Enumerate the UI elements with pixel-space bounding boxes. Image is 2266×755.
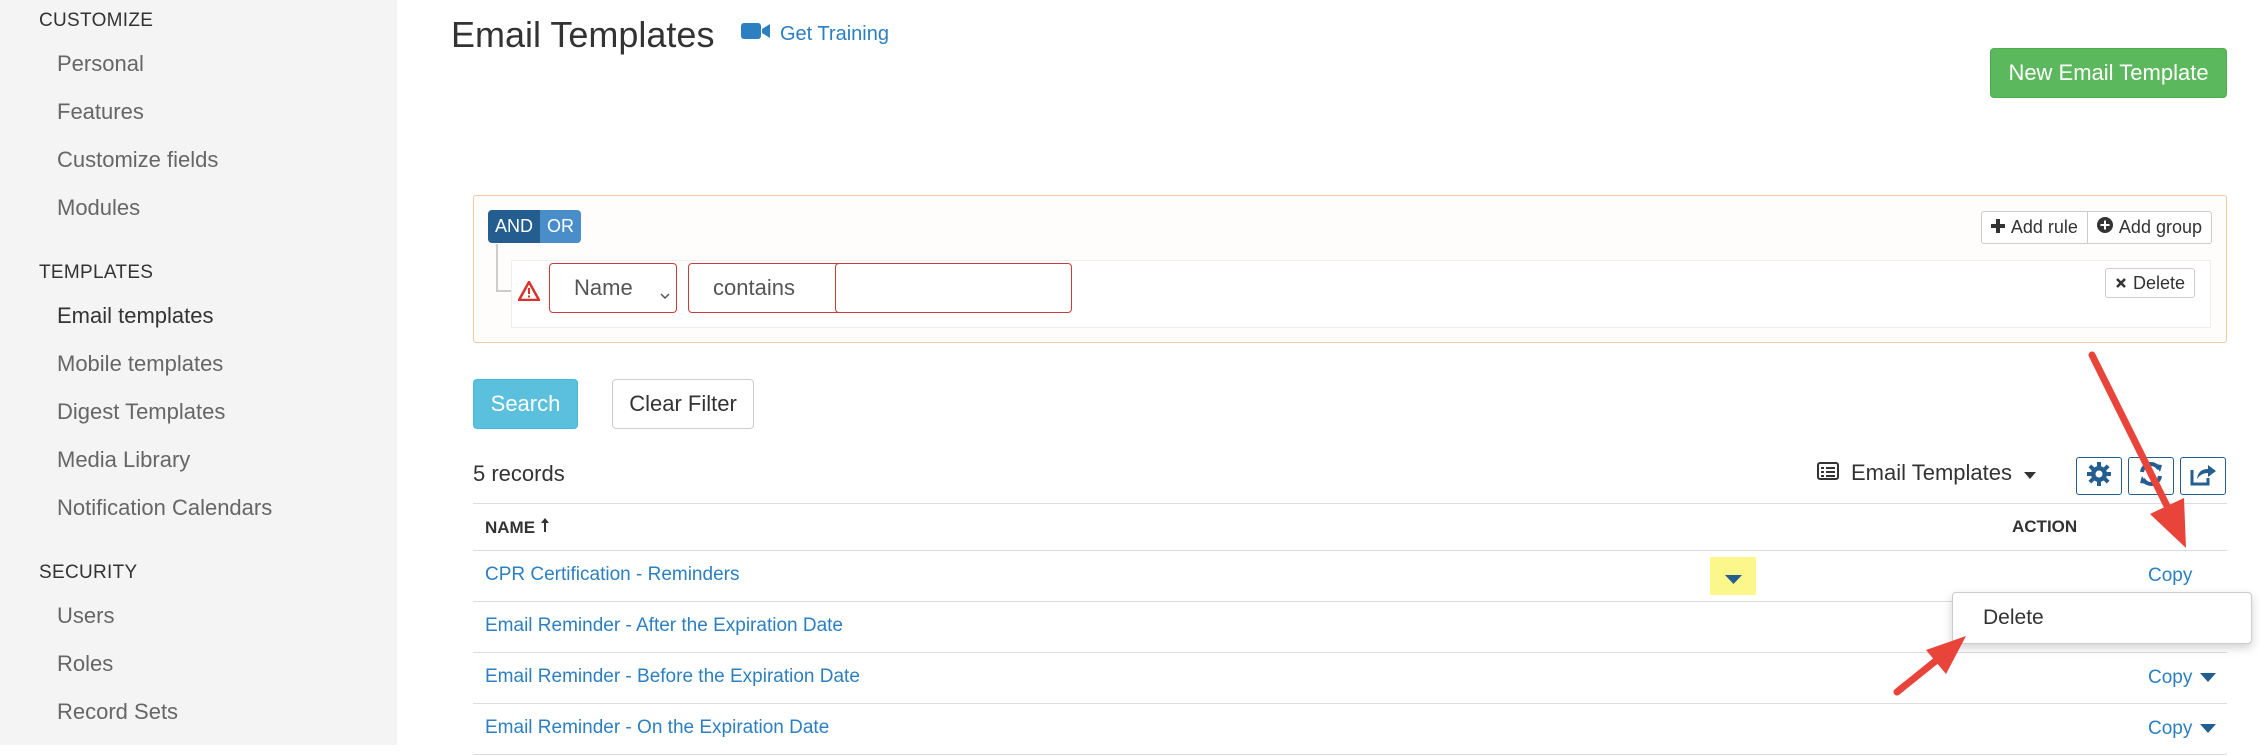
copy-action[interactable]: Copy	[2148, 718, 2217, 740]
section-title-security: SECURITY	[39, 562, 138, 583]
copy-action[interactable]: Copy	[2148, 667, 2217, 689]
dropdown-item-delete[interactable]: Delete	[1983, 606, 2044, 630]
search-button[interactable]: Search	[473, 379, 578, 429]
copy-action[interactable]: Copy	[2148, 565, 2192, 587]
field-select-value: Name	[574, 275, 633, 300]
operator-select[interactable]: contains	[688, 263, 859, 313]
caret-down-icon	[2024, 460, 2036, 486]
sidebar-item-digest-templates[interactable]: Digest Templates	[57, 399, 225, 425]
template-name-link[interactable]: Email Reminder - After the Expiration Da…	[485, 615, 843, 637]
section-title-templates: TEMPLATES	[39, 262, 154, 283]
and-button[interactable]: AND	[488, 210, 541, 243]
list-view-icon	[1817, 460, 1839, 486]
column-name-label: NAME	[485, 517, 536, 537]
table-row: Email Reminder - Before the Expiration D…	[473, 653, 2227, 704]
gear-icon	[2086, 461, 2112, 492]
add-group-label: Add group	[2118, 217, 2202, 237]
clear-filter-button[interactable]: Clear Filter	[612, 379, 754, 429]
sidebar-item-features[interactable]: Features	[57, 99, 144, 125]
template-name-link[interactable]: CPR Certification - Reminders	[485, 564, 739, 586]
sidebar-item-media-library[interactable]: Media Library	[57, 447, 190, 473]
chevron-down-icon	[660, 282, 670, 308]
field-select[interactable]: Name	[549, 263, 677, 313]
sidebar-item-customize-fields[interactable]: Customize fields	[57, 147, 218, 173]
and-or-toggle: AND OR	[488, 210, 582, 243]
delete-rule-label: Delete	[2132, 272, 2185, 293]
column-header-action: ACTION	[2012, 517, 2078, 536]
sidebar-item-roles[interactable]: Roles	[57, 651, 113, 677]
sidebar-item-users[interactable]: Users	[57, 603, 114, 629]
caret-down-icon[interactable]	[2200, 718, 2217, 740]
table-header: NAME ACTION	[473, 503, 2227, 551]
sidebar-item-notification-calendars[interactable]: Notification Calendars	[57, 495, 272, 521]
add-rule-label: Add rule	[2010, 217, 2078, 237]
template-name-link[interactable]: Email Reminder - Before the Expiration D…	[485, 666, 860, 688]
sort-asc-icon	[541, 517, 550, 538]
add-rule-button[interactable]: Add rule	[1982, 212, 2087, 243]
records-count: 5 records	[473, 461, 565, 486]
view-name: Email Templates	[1851, 460, 2012, 485]
group-actions: Add rule Add group	[1980, 211, 2212, 244]
share-icon	[2189, 461, 2217, 492]
refresh-icon	[2138, 461, 2164, 492]
table-row: Email Reminder - On the Expiration Date …	[473, 704, 2227, 755]
caret-down-icon[interactable]	[2200, 667, 2217, 689]
or-button[interactable]: OR	[540, 210, 582, 243]
section-title-customize: CUSTOMIZE	[39, 10, 154, 31]
sidebar-item-mobile-templates[interactable]: Mobile templates	[57, 351, 223, 377]
plus-icon	[1990, 217, 2005, 238]
sidebar-item-modules[interactable]: Modules	[57, 195, 140, 221]
row-actions-dropdown: Delete	[1952, 592, 2252, 644]
highlighted-dropdown-toggle[interactable]	[1710, 557, 1756, 595]
export-button[interactable]	[2180, 457, 2226, 495]
copy-label: Copy	[2148, 565, 2193, 586]
filter-value-input[interactable]	[835, 263, 1072, 313]
sidebar-item-email-templates[interactable]: Email templates	[57, 303, 214, 329]
warning-icon	[517, 280, 541, 306]
close-icon	[2115, 273, 2127, 294]
delete-rule-button[interactable]: Delete	[2104, 268, 2195, 298]
plus-circle-icon	[2096, 217, 2113, 238]
filter-rule: Name contains Delete	[511, 260, 2211, 328]
copy-label: Copy	[2148, 667, 2193, 688]
video-camera-icon	[741, 22, 771, 46]
view-selector[interactable]: Email Templates	[1817, 460, 2036, 486]
copy-label: Copy	[2148, 718, 2193, 739]
operator-select-value: contains	[713, 275, 795, 300]
page-title: Email Templates	[451, 14, 715, 55]
rule-connector	[496, 244, 512, 292]
refresh-button[interactable]	[2128, 457, 2174, 495]
caret-down-icon	[1725, 572, 1742, 590]
sidebar-item-personal[interactable]: Personal	[57, 51, 144, 77]
filter-query-builder: AND OR Add rule Add group Name contains …	[473, 195, 2227, 343]
template-name-link[interactable]: Email Reminder - On the Expiration Date	[485, 717, 829, 739]
get-training-link[interactable]: Get Training	[741, 22, 889, 46]
new-email-template-button[interactable]: New Email Template	[1990, 48, 2227, 98]
column-header-name[interactable]: NAME	[485, 517, 550, 538]
sidebar-item-record-sets[interactable]: Record Sets	[57, 699, 178, 725]
settings-button[interactable]	[2076, 457, 2122, 495]
sidebar: CUSTOMIZE Personal Features Customize fi…	[0, 0, 397, 745]
add-group-button[interactable]: Add group	[2086, 212, 2211, 243]
get-training-label: Get Training	[780, 22, 889, 45]
